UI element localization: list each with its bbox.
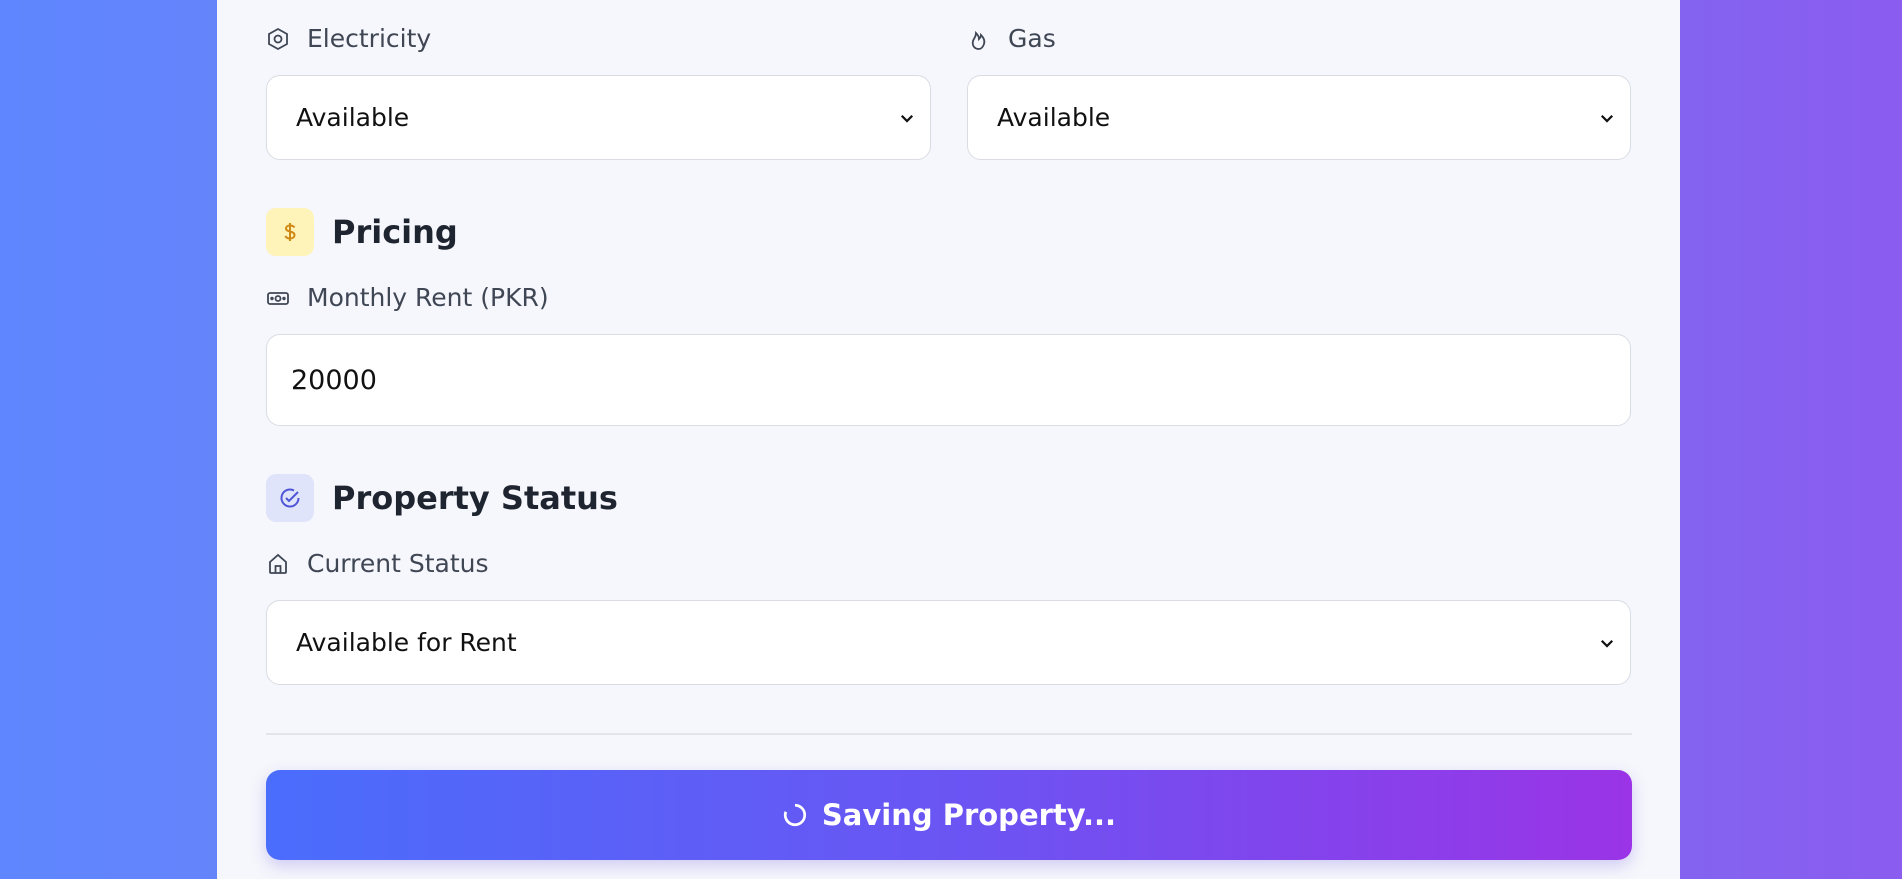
save-property-button[interactable]: Saving Property... [266,770,1632,860]
electricity-label: Electricity [265,24,431,53]
chevron-down-icon [1600,114,1614,123]
chevron-down-icon [1600,639,1614,648]
hexagon-gear-icon [265,26,291,52]
property-form-card: Electricity Available Gas Available Pric… [217,0,1680,879]
electricity-select-value: Available [296,103,410,132]
check-circle-icon [266,474,314,522]
monthly-rent-input[interactable]: 20000 [266,334,1631,426]
monthly-rent-value: 20000 [291,364,377,396]
monthly-rent-label: Monthly Rent (PKR) [265,283,549,312]
monthly-rent-label-text: Monthly Rent (PKR) [307,283,549,312]
gas-label-text: Gas [1008,24,1056,53]
property-status-section-heading: Property Status [266,474,618,522]
current-status-label-text: Current Status [307,549,489,578]
gas-select-value: Available [997,103,1111,132]
pricing-section-heading: Pricing [266,208,458,256]
home-icon [265,551,291,577]
spinner-icon [783,803,806,827]
chevron-down-icon [900,114,914,123]
form-divider [266,733,1632,735]
current-status-select[interactable]: Available for Rent [266,600,1631,685]
current-status-select-value: Available for Rent [296,628,517,657]
electricity-label-text: Electricity [307,24,432,53]
save-button-label: Saving Property... [821,798,1117,832]
gas-label: Gas [966,24,1056,53]
pricing-heading-text: Pricing [332,213,458,251]
gas-select[interactable]: Available [967,75,1631,160]
current-status-label: Current Status [265,549,489,578]
electricity-select[interactable]: Available [266,75,931,160]
dollar-icon [266,208,314,256]
flame-icon [966,26,992,52]
banknote-icon [265,285,291,311]
property-status-heading-text: Property Status [332,479,618,517]
